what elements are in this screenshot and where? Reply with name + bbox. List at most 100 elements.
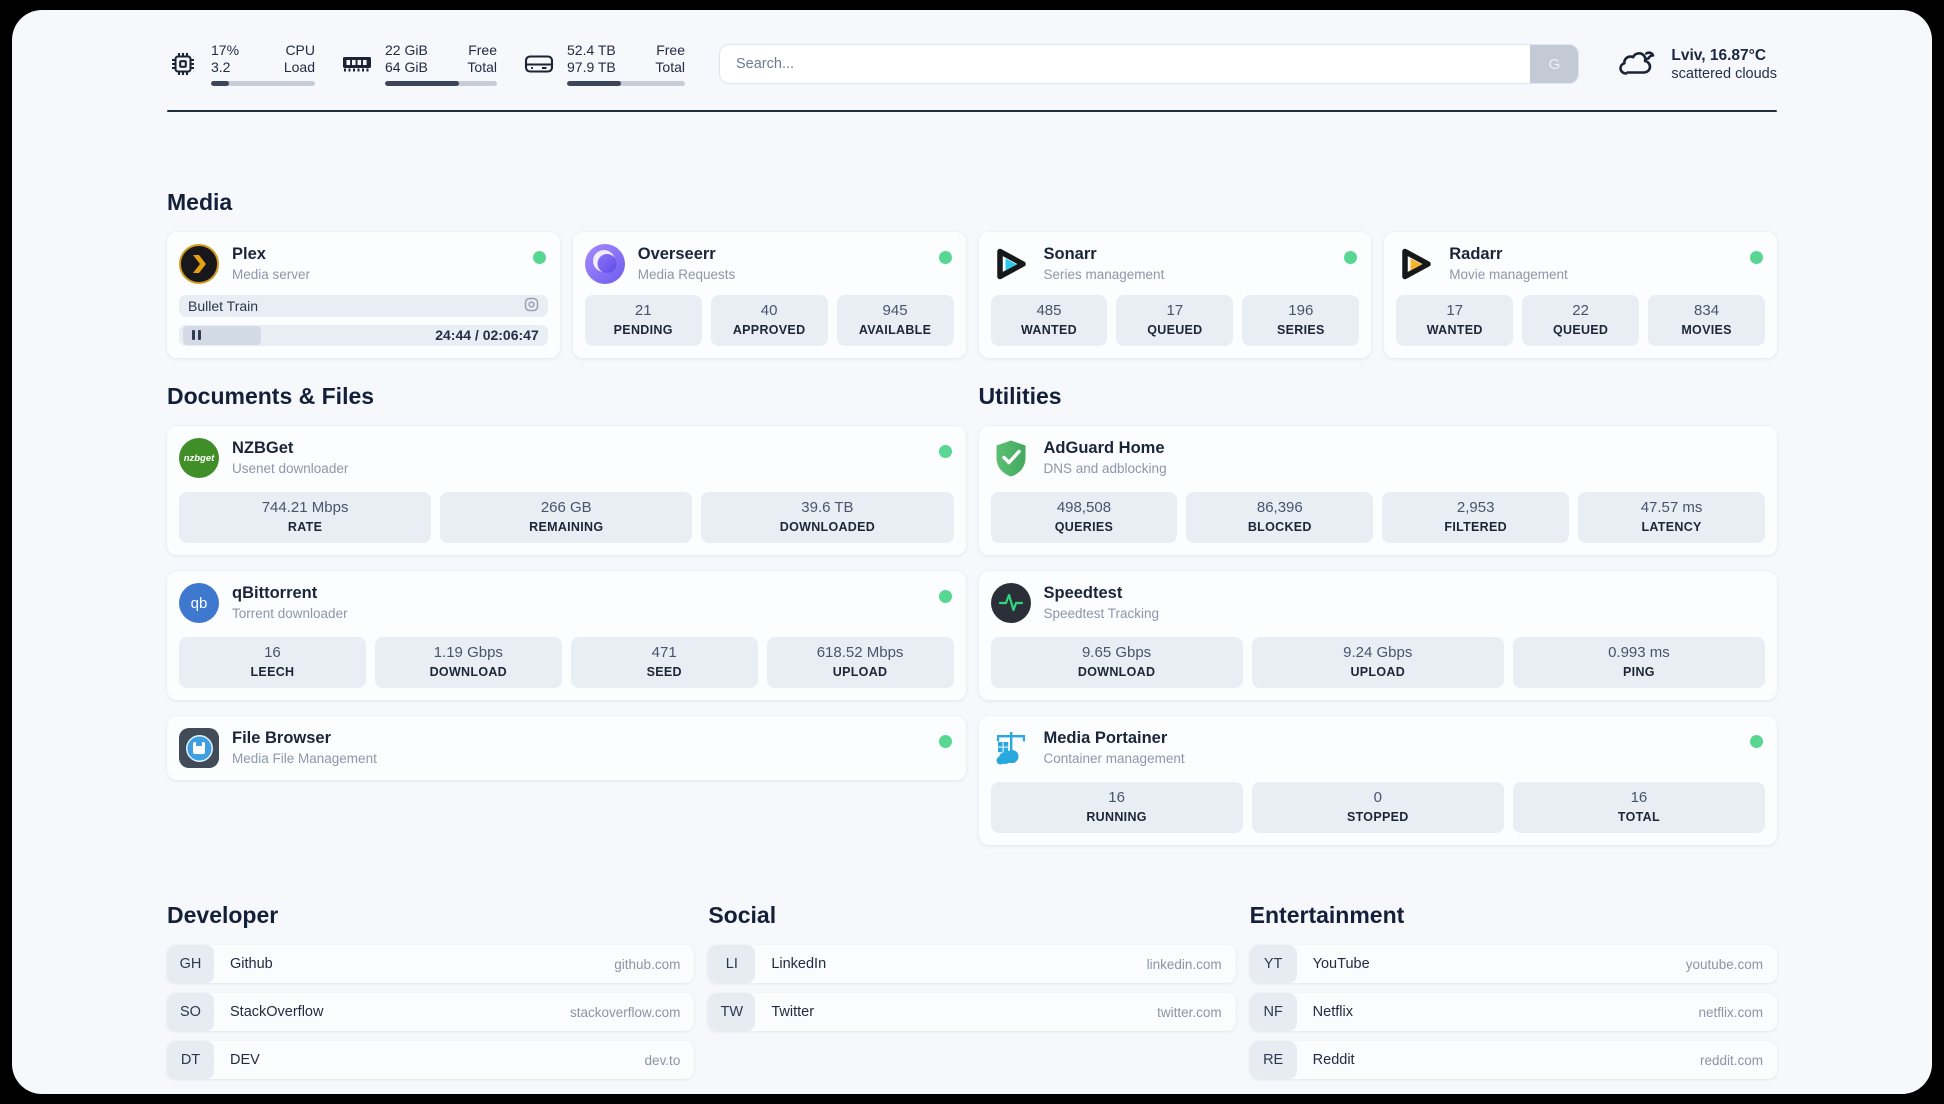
bookmark-name: Reddit <box>1312 1052 1355 1068</box>
weather-widget: Lviv, 16.87°C scattered clouds <box>1617 46 1777 83</box>
app-card-sonarr[interactable]: Sonarr Series management 485 WANTED 17 Q… <box>978 232 1372 358</box>
documents-section-title: Documents & Files <box>167 383 375 409</box>
bookmark-name: Twitter <box>771 1004 815 1020</box>
app-name: Overseerr <box>637 245 716 263</box>
app-card-filebrowser[interactable]: File Browser Media File Management <box>167 716 966 780</box>
storage-stat: 52.4 TB 97.9 TB Free Total <box>523 42 685 86</box>
disk-label-1: Free <box>656 42 685 58</box>
ram-label-1: Free <box>468 42 497 58</box>
section-developer: Developer GH Github github.com SO StackO… <box>167 901 695 1089</box>
status-online-dot <box>1750 251 1763 264</box>
bookmark-name: LinkedIn <box>771 956 827 972</box>
bookmark-badge: RE <box>1249 1041 1297 1079</box>
filebrowser-icon <box>179 728 219 768</box>
bookmark-badge: YT <box>1249 945 1297 983</box>
stat-upload: 9.24 Gbps UPLOAD <box>1251 637 1504 688</box>
pause-button[interactable] <box>183 325 261 345</box>
weather-condition: scattered clouds <box>1671 65 1777 82</box>
stat-approved: 40 APPROVED <box>710 295 828 346</box>
bookmark-linkedin[interactable]: LI LinkedIn linkedin.com <box>708 945 1236 983</box>
stat-download: 1.19 Gbps DOWNLOAD <box>374 637 562 688</box>
status-online-dot <box>1344 251 1358 264</box>
now-playing-title: Bullet Train <box>188 297 259 314</box>
now-playing-row: Bullet Train <box>179 295 548 317</box>
portainer-icon <box>991 728 1031 768</box>
app-card-speedtest[interactable]: Speedtest Speedtest Tracking 9.65 Gbps D… <box>978 571 1777 700</box>
app-description: Media File Management <box>232 751 377 766</box>
status-online-dot <box>532 251 546 264</box>
app-card-portainer[interactable]: Media Portainer Container management 16 … <box>978 716 1777 845</box>
stat-wanted: 17 WANTED <box>1396 295 1514 346</box>
status-online-dot <box>938 735 952 748</box>
bookmark-dev[interactable]: DT DEV dev.to <box>167 1041 695 1079</box>
status-online-dot <box>938 251 952 264</box>
bookmark-url: dev.to <box>644 1052 681 1068</box>
stat-filtered: 2,953 FILTERED <box>1382 492 1570 543</box>
cpu-percent: 17% <box>211 42 240 58</box>
search-engine-button[interactable]: G <box>1530 45 1579 83</box>
bookmark-github[interactable]: GH Github github.com <box>167 945 695 983</box>
bookmark-url: stackoverflow.com <box>570 1004 681 1020</box>
playback-time: 24:44 / 02:06:47 <box>435 327 539 344</box>
session-target-icon[interactable] <box>524 297 539 315</box>
stat-blocked: 86,396 BLOCKED <box>1186 492 1374 543</box>
bookmark-badge: LI <box>708 945 756 983</box>
developer-section-title: Developer <box>167 902 279 928</box>
disk-free-value: 52.4 TB <box>567 42 616 58</box>
weather-location: Lviv, 16.87°C <box>1671 46 1767 64</box>
bookmark-youtube[interactable]: YT YouTube youtube.com <box>1249 945 1777 983</box>
section-media: Media Plex Media server Bullet Train 24:… <box>167 188 1777 358</box>
bookmark-badge: DT <box>167 1041 214 1079</box>
adguard-icon <box>991 438 1031 478</box>
cpu-progress-bar <box>211 81 315 86</box>
bookmark-twitter[interactable]: TW Twitter twitter.com <box>708 993 1236 1031</box>
utilities-section-title: Utilities <box>978 383 1062 409</box>
stat-upload: 618.52 Mbps UPLOAD <box>766 637 954 688</box>
search-input[interactable] <box>719 44 1580 84</box>
app-description: DNS and adblocking <box>1043 461 1167 476</box>
ram-label-2: Total <box>467 59 497 75</box>
ram-icon <box>341 52 373 76</box>
social-section-title: Social <box>708 902 777 928</box>
app-card-overseerr[interactable]: Overseerr Media Requests 21 PENDING 40 A… <box>572 232 966 358</box>
app-name: Media Portainer <box>1043 729 1168 747</box>
app-card-plex[interactable]: Plex Media server Bullet Train 24:44 / 0… <box>167 232 560 358</box>
app-name: NZBGet <box>232 439 294 457</box>
stat-seed: 471 SEED <box>570 637 758 688</box>
bookmark-badge: SO <box>167 993 214 1031</box>
stat-available: 945 AVAILABLE <box>836 295 954 346</box>
app-description: Media server <box>232 267 311 282</box>
bookmark-reddit[interactable]: RE Reddit reddit.com <box>1249 1041 1777 1079</box>
app-description: Torrent downloader <box>232 606 348 621</box>
stat-ping: 0.993 ms PING <box>1512 637 1766 688</box>
status-online-dot <box>938 590 952 603</box>
disk-label-2: Total <box>655 59 685 75</box>
cpu-label-2: Load <box>283 59 315 75</box>
player-progress-row: 24:44 / 02:06:47 <box>179 324 548 346</box>
stat-latency: 47.57 ms LATENCY <box>1578 492 1765 543</box>
cpu-load-value: 3.2 <box>211 59 231 75</box>
bookmark-url: netflix.com <box>1698 1004 1763 1020</box>
cpu-stat: 17% 3.2 CPU Load <box>167 42 315 86</box>
app-card-qbittorrent[interactable]: qb qBittorrent Torrent downloader 16 LEE… <box>167 571 966 700</box>
disk-progress-bar <box>567 81 685 86</box>
cloud-icon <box>1617 46 1659 83</box>
system-stats: 17% 3.2 CPU Load 22 GiB 64 GiB Free Tota… <box>167 42 685 86</box>
app-card-nzbget[interactable]: nzbget NZBGet Usenet downloader 744.21 M… <box>167 426 966 555</box>
bookmark-netflix[interactable]: NF Netflix netflix.com <box>1249 993 1777 1031</box>
bookmark-stackoverflow[interactable]: SO StackOverflow stackoverflow.com <box>167 993 695 1031</box>
bookmark-badge: GH <box>167 945 214 983</box>
disk-icon <box>523 52 555 76</box>
stat-queries: 498,508 QUERIES <box>990 492 1178 543</box>
search-bar: G <box>719 44 1580 84</box>
plex-icon <box>179 244 219 284</box>
bookmark-url: twitter.com <box>1157 1004 1222 1020</box>
app-card-adguard[interactable]: AdGuard Home DNS and adblocking 498,508 … <box>978 426 1777 555</box>
ram-total-value: 64 GiB <box>385 59 428 75</box>
app-name: Radarr <box>1449 245 1503 263</box>
app-name: Plex <box>232 245 266 263</box>
stat-queued: 17 QUEUED <box>1116 295 1234 346</box>
app-card-radarr[interactable]: Radarr Movie management 17 WANTED 22 QUE… <box>1384 232 1777 358</box>
stat-total: 16 TOTAL <box>1512 782 1766 833</box>
stat-download: 9.65 Gbps DOWNLOAD <box>990 637 1243 688</box>
